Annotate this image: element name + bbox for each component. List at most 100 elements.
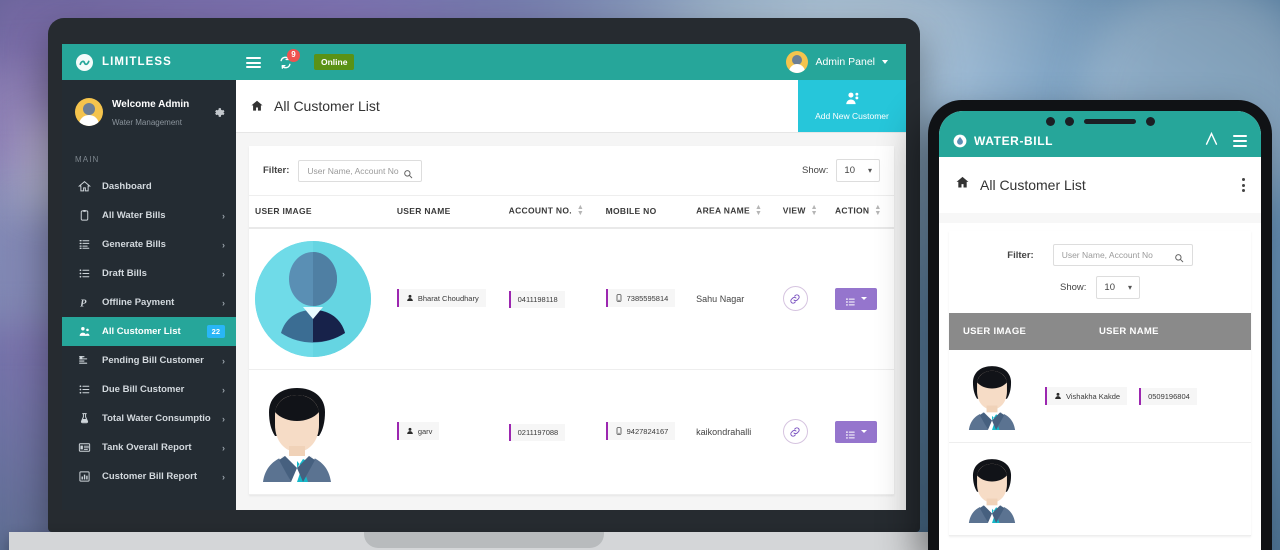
sidebar-item-total-water-consumption[interactable]: Total Water Consumption ›	[62, 404, 236, 433]
more-vertical-icon[interactable]	[1242, 178, 1245, 192]
column-header[interactable]: VIEW ▲ ▼	[776, 194, 829, 229]
phone-speaker-icon	[1083, 118, 1136, 124]
cell-user-image	[249, 369, 391, 495]
chevron-down-icon: ▾	[867, 166, 872, 175]
phone-customer-card: Filter: Show: 10 ▾ US	[949, 231, 1251, 536]
search-input[interactable]	[307, 165, 404, 176]
phone-column-header: USER NAME	[1099, 326, 1159, 337]
phone-cell-user-image	[963, 455, 1033, 523]
list-icon	[845, 427, 856, 439]
hamburger-menu-icon[interactable]	[246, 55, 261, 70]
cell-action	[828, 227, 894, 370]
column-header-label: ACCOUNT NO.	[508, 205, 572, 216]
trackpad-notch	[364, 532, 604, 548]
column-header-label: USER IMAGE	[255, 206, 312, 217]
cell-action	[828, 369, 894, 495]
phone-filter-input-wrap[interactable]	[1052, 244, 1193, 266]
show-entries-value: 10	[844, 165, 855, 176]
sidebar-item-dashboard[interactable]: Dashboard	[62, 172, 236, 201]
phone-page-header: All Customer List	[939, 157, 1261, 213]
show-entries: Show: 10 ▾	[802, 159, 880, 182]
page-title-text: All Customer List	[274, 98, 380, 114]
sidebar-user-block[interactable]: Welcome Admin Water Management	[62, 80, 236, 145]
sidebar-item-label: Tank Overall Report	[102, 442, 192, 453]
gear-icon[interactable]	[212, 106, 225, 119]
link-chain-icon[interactable]	[782, 286, 808, 312]
table-header-row: USER IMAGE USER NAME ACCOUNT NO. ▲ ▼ MOBILE N…	[249, 194, 894, 229]
beaker-icon	[78, 412, 91, 425]
phone-show-entries-select[interactable]: 10 ▾	[1096, 276, 1140, 299]
laptop-screen: LIMITLESS 9 Online Admin Panel Welcome A…	[62, 44, 906, 510]
sidebar-item-customer-bill-report[interactable]: Customer Bill Report ›	[62, 462, 236, 491]
phone-brand[interactable]: WATER-BILL	[953, 134, 1053, 148]
chevron-down-icon	[860, 297, 867, 301]
navbar-user-menu[interactable]: Admin Panel	[786, 51, 892, 73]
sidebar-item-all-customer-list[interactable]: All Customer List 22	[62, 317, 236, 346]
cell-user-name: garv	[390, 369, 503, 495]
sidebar-item-offline-payment[interactable]: P Offline Payment ›	[62, 288, 236, 317]
app-navbar: LIMITLESS 9 Online Admin Panel	[62, 44, 906, 80]
laptop-base	[9, 532, 959, 550]
avatar	[255, 240, 371, 357]
sidebar-item-label: Pending Bill Customer	[102, 355, 204, 366]
user-icon	[1054, 391, 1062, 401]
sort-icon: ▲ ▼	[810, 204, 818, 218]
action-dropdown-button[interactable]	[834, 420, 877, 443]
account-no-text: 0411198118	[517, 295, 558, 305]
main-content: All Customer List Add New Customer Filte…	[236, 80, 906, 510]
sidebar-item-draft-bills[interactable]: Draft Bills ›	[62, 259, 236, 288]
list-icon	[78, 383, 91, 396]
table-body: Bharat Choudhary 0411198118 7385595814 Sahu…	[249, 227, 894, 495]
column-header[interactable]: ACTION ▲ ▼	[828, 194, 894, 229]
brand[interactable]: LIMITLESS	[76, 53, 246, 71]
avatar	[75, 98, 103, 126]
sidebar-item-due-bill-customer[interactable]: Due Bill Customer ›	[62, 375, 236, 404]
phone-cell-account-no: 0509196804	[1139, 387, 1197, 405]
add-new-customer-button[interactable]: Add New Customer	[798, 80, 906, 132]
chevron-down-icon	[860, 430, 867, 434]
table-toolbar: Filter: Show: 10	[249, 146, 894, 195]
sidebar-item-generate-bills[interactable]: Generate Bills ›	[62, 230, 236, 259]
sidebar-item-all-water-bills[interactable]: All Water Bills ›	[62, 201, 236, 230]
paypal-p-icon: P	[78, 296, 91, 309]
phone-brand-name: WATER-BILL	[974, 134, 1054, 148]
chevron-up-icon[interactable]	[1203, 130, 1220, 152]
sidebar-item-label: Total Water Consumption	[102, 413, 211, 424]
sidebar-item-label: Draft Bills	[102, 268, 147, 279]
add-user-icon	[845, 91, 860, 106]
table-left-icon	[78, 441, 91, 454]
chevron-right-icon: ›	[222, 355, 225, 366]
link-chain-icon[interactable]	[782, 419, 808, 445]
column-header-label: VIEW	[782, 205, 806, 216]
sync-notifications-icon[interactable]: 9	[278, 48, 300, 70]
show-entries-select[interactable]: 10 ▾	[836, 159, 880, 182]
column-header-label: MOBILE NO	[605, 206, 657, 217]
cell-area-name: Sahu Nagar	[690, 227, 777, 370]
list-icon	[78, 267, 91, 280]
phone-sensor-icon	[1045, 116, 1055, 126]
column-header[interactable]: AREA NAME ▲ ▼	[690, 194, 777, 229]
cell-user-image	[249, 227, 391, 370]
sidebar: Welcome Admin Water Management MAIN Dash…	[62, 80, 236, 510]
phone-show-row: Show: 10 ▾	[949, 272, 1251, 313]
sidebar-item-tank-overall-report[interactable]: Tank Overall Report ›	[62, 433, 236, 462]
table-row: Bharat Choudhary 0411198118 7385595814 Sahu…	[249, 227, 894, 370]
clipboard-icon	[78, 209, 91, 222]
column-header: MOBILE NO	[599, 194, 691, 229]
phone-table-row: Vishakha Kakde 0509196804	[949, 350, 1251, 443]
table-row: garv 0211197088 9427824167 kaikondrahalli	[249, 369, 894, 495]
sidebar-item-pending-bill-customer[interactable]: Pending Bill Customer ›	[62, 346, 236, 375]
sidebar-item-label: All Water Bills	[102, 210, 166, 221]
phone-camera-icon	[1145, 116, 1155, 126]
list-icon	[845, 294, 856, 306]
action-dropdown-button[interactable]	[834, 287, 877, 310]
phone-column-header: USER IMAGE	[963, 326, 1027, 337]
column-header[interactable]: ACCOUNT NO. ▲ ▼	[502, 194, 600, 229]
search-input[interactable]	[1061, 250, 1174, 260]
page-header: All Customer List Add New Customer	[236, 80, 906, 133]
avatar	[963, 362, 1021, 430]
sidebar-user-name: Welcome Admin	[112, 99, 190, 110]
sidebar-item-label: Dashboard	[102, 181, 152, 192]
filter-input-wrap[interactable]	[298, 159, 423, 182]
hamburger-menu-icon[interactable]	[1233, 133, 1247, 149]
